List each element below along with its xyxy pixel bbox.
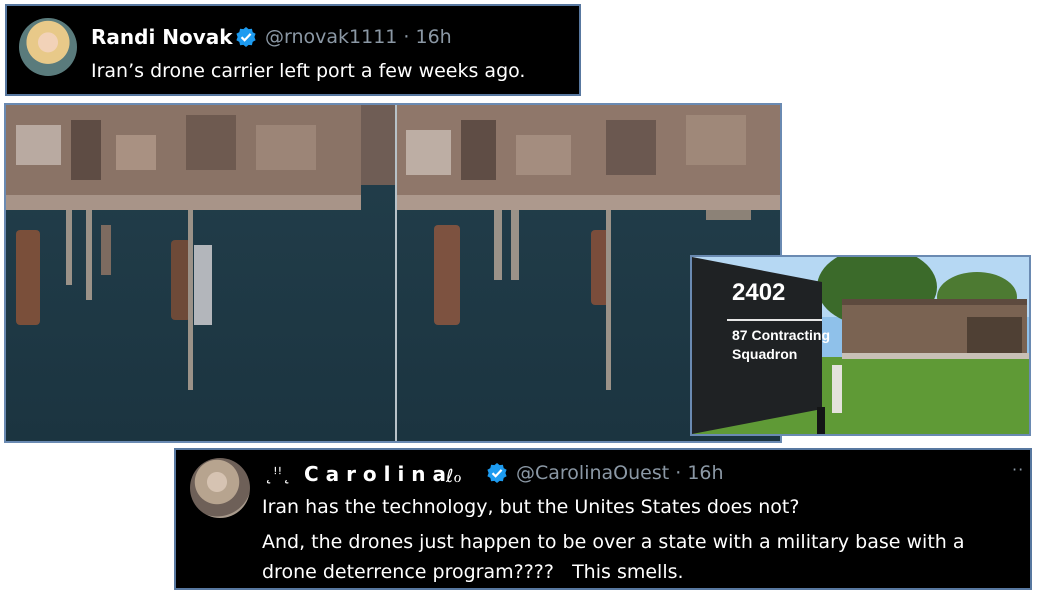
- sign-number: 2402: [732, 279, 786, 306]
- avatar[interactable]: [190, 458, 250, 518]
- tweet-text-line-3: drone deterrence program???? This smells…: [262, 561, 684, 583]
- verified-badge-icon: [487, 463, 507, 483]
- sign-divider: [727, 319, 822, 321]
- sign-line-2: Squadron: [732, 346, 798, 362]
- verified-badge-icon: [236, 27, 256, 47]
- display-name-prefix: ˛ꜝꜝ˛: [264, 464, 292, 485]
- contracting-squadron-sign-photo[interactable]: 2402 87 Contracting Squadron: [690, 255, 1031, 436]
- tweet-card-carolina: ˛ꜝꜝ˛ C a r o l i n a ℓℴ @CarolinaOuest ·…: [174, 448, 1032, 590]
- satellite-image-graphic: [6, 105, 780, 441]
- display-name[interactable]: Randi Novak: [91, 25, 233, 49]
- display-name[interactable]: C a r o l i n a: [304, 462, 446, 486]
- tweet-card-randi-novak: Randi Novak @rnovak1111 · 16h Iran’s dro…: [5, 4, 581, 96]
- tweet-text-line-1: Iran has the technology, but the Unites …: [262, 496, 800, 518]
- handle-and-time[interactable]: @CarolinaOuest · 16h: [516, 462, 724, 484]
- handle-and-time[interactable]: @rnovak1111 · 16h: [265, 26, 452, 48]
- more-options-icon[interactable]: ··: [1012, 460, 1024, 479]
- satellite-image-port[interactable]: [4, 103, 782, 443]
- display-name-suffix: ℓℴ: [446, 466, 462, 487]
- avatar[interactable]: [19, 18, 77, 76]
- tweet-text-line-2: And, the drones just happen to be over a…: [262, 531, 965, 553]
- tweet-text: Iran’s drone carrier left port a few wee…: [91, 60, 526, 82]
- sign-line-1: 87 Contracting: [732, 327, 831, 343]
